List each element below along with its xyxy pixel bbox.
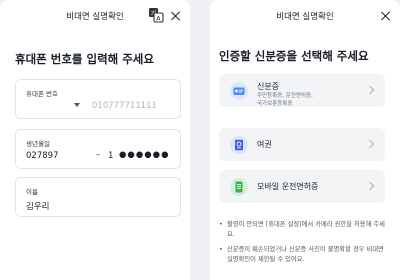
id-card-icon	[230, 82, 248, 100]
option-title: 신분증	[257, 82, 280, 91]
translate-icon[interactable]: 가 A	[148, 7, 164, 23]
notice-item: 신분증이 훼손되었거나 신분증 사진이 불명확할 경우 비대면 실명확인이 제한…	[219, 245, 389, 264]
phone-field[interactable]: 휴대폰 번호 010777711111	[15, 79, 181, 119]
id-select-panel: 비대면 실명확인 인증할 신분증을 선택해 주세요 신분증 주민등록증, 운전면…	[210, 0, 400, 280]
rrn-mask: ●●●●●●	[119, 150, 170, 160]
chevron-right-icon	[365, 85, 375, 95]
notice-item: 촬영이 안되면 [휴대폰 설정]에서 카메라 권한을 허용해 주세요.	[219, 220, 389, 239]
rrn-dash: –	[96, 150, 101, 160]
phone-input[interactable]: 010777711111	[92, 101, 157, 111]
birthdate-input[interactable]: 027897	[26, 151, 58, 161]
option-id-card[interactable]: 신분증 주민등록증, 운전면허증, 국가보훈등록증	[219, 74, 385, 107]
page-title: 인증할 신분증을 선택해 주세요	[219, 49, 369, 63]
option-subtitle: 주민등록증, 운전면허증,	[257, 93, 313, 99]
chevron-right-icon	[365, 139, 375, 149]
phone-label: 휴대폰 번호	[26, 90, 58, 98]
chevron-right-icon	[365, 181, 375, 191]
mobile-license-icon	[230, 178, 248, 196]
close-icon[interactable]	[378, 8, 394, 24]
carrier-dropdown-icon[interactable]	[74, 103, 80, 107]
option-title: 모바일 운전면허증	[257, 182, 319, 191]
notice-list: 촬영이 안되면 [휴대폰 설정]에서 카메라 권한을 허용해 주세요. 신분증이…	[219, 220, 389, 270]
header: 비대면 실명확인	[210, 6, 400, 28]
birthdate-field[interactable]: 생년월일 027897 – 1 ●●●●●●	[15, 129, 181, 169]
name-label: 이름	[26, 188, 38, 196]
birthdate-label: 생년월일	[26, 140, 50, 148]
close-icon[interactable]	[168, 8, 184, 24]
option-subtitle: 국가보훈등록증	[257, 101, 293, 107]
header: 비대면 실명확인 가 A	[0, 6, 190, 28]
option-title: 여권	[257, 140, 272, 149]
svg-text:A: A	[156, 14, 161, 22]
rrn-first-digit-input[interactable]: 1	[108, 151, 113, 161]
name-input[interactable]: 김우리	[26, 200, 49, 212]
page-title: 휴대폰 번호를 입력해 주세요	[15, 52, 154, 66]
name-field[interactable]: 이름 김우리	[15, 177, 181, 217]
phone-entry-panel: 비대면 실명확인 가 A 휴대폰 번호를 입력해 주세요 휴대폰 번호 0107…	[0, 0, 190, 280]
option-passport[interactable]: 여권	[219, 128, 385, 161]
passport-icon	[230, 136, 248, 154]
option-mobile-license[interactable]: 모바일 운전면허증	[219, 170, 385, 203]
header-title: 비대면 실명확인	[276, 12, 334, 22]
